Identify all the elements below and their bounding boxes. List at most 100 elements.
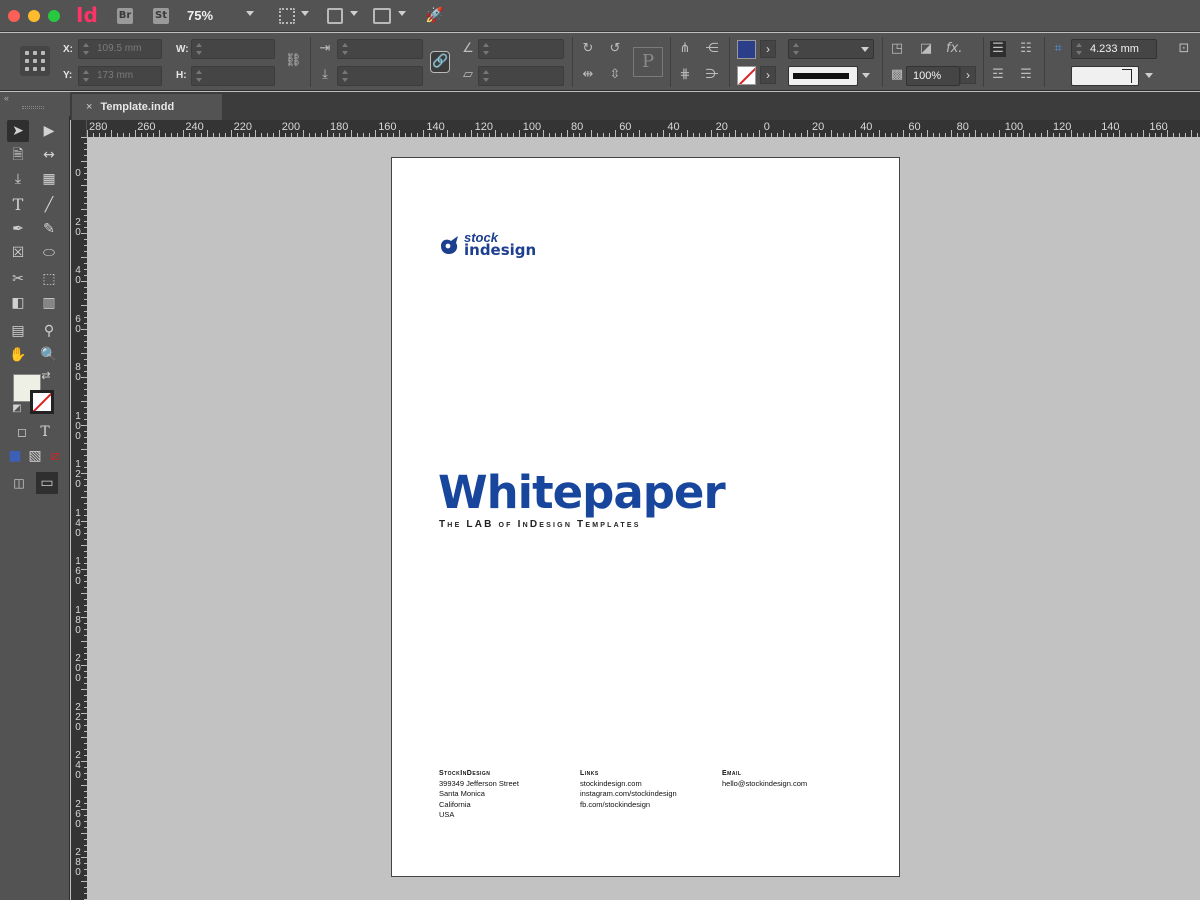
document-title[interactable]: Whitepaper [438, 466, 726, 519]
apply-none-icon[interactable]: ⧄ [44, 445, 66, 467]
default-fill-stroke-icon[interactable]: ◩ [10, 402, 24, 416]
document-subtitle[interactable]: The LAB of InDesign Templates [439, 519, 641, 530]
rotation-angle-field[interactable] [478, 39, 564, 59]
close-tab-icon[interactable]: × [86, 101, 92, 113]
footer-links-column[interactable]: Links stockindesign.com instagram.com/st… [580, 770, 720, 810]
spacing-field[interactable]: 4.233 mm [1071, 39, 1157, 59]
document-tab[interactable]: × Template.indd [72, 94, 222, 120]
gap-tool-icon[interactable]: ↔ [38, 144, 60, 166]
screen-mode-tool-icon[interactable]: ▭ [36, 472, 58, 494]
rotate-counterclockwise-icon[interactable]: ↺ [607, 41, 623, 57]
arrange-documents-icon[interactable] [373, 8, 391, 24]
screen-mode-icon[interactable] [327, 8, 343, 24]
opacity-field[interactable]: 100% [906, 66, 960, 86]
normal-view-icon[interactable]: ◫ [8, 472, 30, 494]
text-wrap-shape-icon[interactable]: ☲ [990, 67, 1006, 83]
note-tool-icon[interactable]: ▤ [7, 320, 29, 342]
stroke-swatch[interactable] [737, 66, 756, 85]
select-container-icon[interactable]: ⋔ [677, 41, 693, 57]
view-options-dropdown-icon[interactable] [301, 11, 309, 16]
stockindesign-logo[interactable]: stock indesign [438, 230, 548, 262]
drop-shadow-icon[interactable]: ◪ [918, 41, 934, 57]
opacity-menu-button[interactable]: › [960, 66, 976, 84]
horizontal-ruler[interactable]: 280 260 240 220 200 180 160 140 120 100 80 60 40 20 0 2… [87, 120, 1200, 137]
maximize-window-button[interactable] [48, 10, 60, 22]
select-previous-object-icon[interactable]: ⋲ [704, 41, 720, 57]
stroke-color-box[interactable] [30, 390, 54, 414]
frame-edges-icon[interactable] [279, 8, 295, 24]
publish-online-icon[interactable]: 🚀 [425, 7, 444, 23]
close-window-button[interactable] [8, 10, 20, 22]
document-page[interactable]: stock indesign Whitepaper The LAB of InD… [391, 157, 900, 877]
select-next-object-icon[interactable]: ⋺ [704, 67, 720, 83]
content-placer-tool-icon[interactable]: ▦ [38, 168, 60, 190]
p-direction-indicator: P [633, 47, 663, 77]
direct-selection-tool-icon[interactable]: ▶ [38, 120, 60, 142]
shear-angle-field[interactable] [478, 66, 564, 86]
ruler-tick-label: 0 [75, 168, 81, 179]
panel-grip-icon[interactable] [22, 106, 44, 109]
ruler-origin[interactable] [71, 120, 87, 137]
zoom-level[interactable]: 75% [187, 8, 213, 23]
ruler-tick-label: 260 [137, 121, 156, 133]
eyedropper-tool-icon[interactable]: ⚲ [38, 320, 60, 342]
swap-fill-stroke-icon[interactable]: ⇄ [38, 368, 54, 384]
constrain-proportions-icon[interactable]: ⛓ [285, 53, 302, 69]
zoom-dropdown-icon[interactable] [246, 11, 254, 16]
corner-options-icon[interactable]: ◳ [889, 41, 905, 57]
text-wrap-jump-icon[interactable]: ☴ [1018, 67, 1034, 83]
constrain-scale-button[interactable]: 🔗 [430, 51, 450, 73]
formatting-affects-text-icon[interactable]: T [34, 421, 56, 443]
stroke-type-dropdown[interactable] [788, 66, 858, 86]
frame-fitting-chevron-icon[interactable] [1145, 73, 1153, 78]
flip-vertical-icon[interactable]: ⇳ [607, 67, 623, 83]
apply-gradient-icon[interactable]: ▧ [24, 445, 46, 467]
scale-y-field[interactable] [337, 66, 423, 86]
scale-x-field[interactable] [337, 39, 423, 59]
frame-fitting-dropdown[interactable] [1071, 66, 1139, 86]
arrange-dropdown-icon[interactable] [398, 11, 406, 16]
footer-email-column[interactable]: Email hello@stockindesign.com [722, 770, 862, 789]
ellipse-tool-icon[interactable]: ⬭ [38, 242, 60, 264]
gradient-swatch-tool-icon[interactable]: ◧ [7, 292, 29, 314]
bridge-button[interactable]: Br [117, 8, 133, 24]
flip-horizontal-icon[interactable]: ⇹ [580, 67, 596, 83]
gradient-feather-tool-icon[interactable]: ▥ [38, 292, 60, 314]
rectangle-frame-tool-icon[interactable]: ☒ [7, 242, 29, 264]
stroke-swatch-menu-button[interactable]: › [760, 66, 776, 84]
page-tool-icon[interactable]: 🗎 [7, 144, 29, 166]
content-collector-tool-icon[interactable]: ⤓ [7, 168, 29, 190]
reference-point-selector[interactable] [20, 46, 50, 76]
selection-tool-icon[interactable]: ➤ [7, 120, 29, 142]
apply-color-icon[interactable]: ■ [4, 445, 26, 467]
stroke-type-chevron-icon[interactable] [862, 73, 870, 78]
type-tool-icon[interactable]: T [7, 194, 29, 216]
pen-tool-icon[interactable]: ✒ [7, 218, 29, 240]
text-wrap-bounding-box-icon[interactable]: ☷ [1018, 41, 1034, 57]
screen-mode-dropdown-icon[interactable] [350, 11, 358, 16]
width-field[interactable] [191, 39, 275, 59]
y-position-field[interactable]: 173 mm [78, 66, 162, 86]
text-wrap-none-icon[interactable]: ☰ [990, 41, 1006, 57]
stock-button[interactable]: St [153, 8, 169, 24]
pencil-tool-icon[interactable]: ✎ [38, 218, 60, 240]
scissors-tool-icon[interactable]: ✂ [7, 268, 29, 290]
select-content-icon[interactable]: ⋕ [677, 67, 693, 83]
fill-swatch[interactable] [737, 40, 756, 59]
stroke-weight-dropdown[interactable] [788, 39, 874, 59]
effects-icon[interactable]: fx. [946, 41, 962, 57]
minimize-window-button[interactable] [28, 10, 40, 22]
x-position-field[interactable]: 109.5 mm [78, 39, 162, 59]
collapse-panel-icon[interactable]: « [4, 93, 9, 103]
fill-swatch-menu-button[interactable]: › [760, 40, 776, 58]
rotate-clockwise-icon[interactable]: ↻ [580, 41, 596, 57]
height-field[interactable] [191, 66, 275, 86]
footer-company-column[interactable]: StockInDesign 399349 Jefferson Street Sa… [439, 770, 579, 820]
line-tool-icon[interactable]: ╱ [38, 194, 60, 216]
formatting-affects-container-icon[interactable]: ◻ [11, 421, 33, 443]
free-transform-tool-icon[interactable]: ⬚ [38, 268, 60, 290]
control-panel-menu-icon[interactable]: ⊡ [1176, 41, 1192, 57]
hand-tool-icon[interactable]: ✋ [7, 344, 29, 366]
zoom-tool-icon[interactable]: 🔍 [38, 344, 60, 366]
vertical-ruler[interactable]: 0 20 40 60 80 100 120 140 160 180 200 220 240 260 280 [71, 137, 87, 900]
